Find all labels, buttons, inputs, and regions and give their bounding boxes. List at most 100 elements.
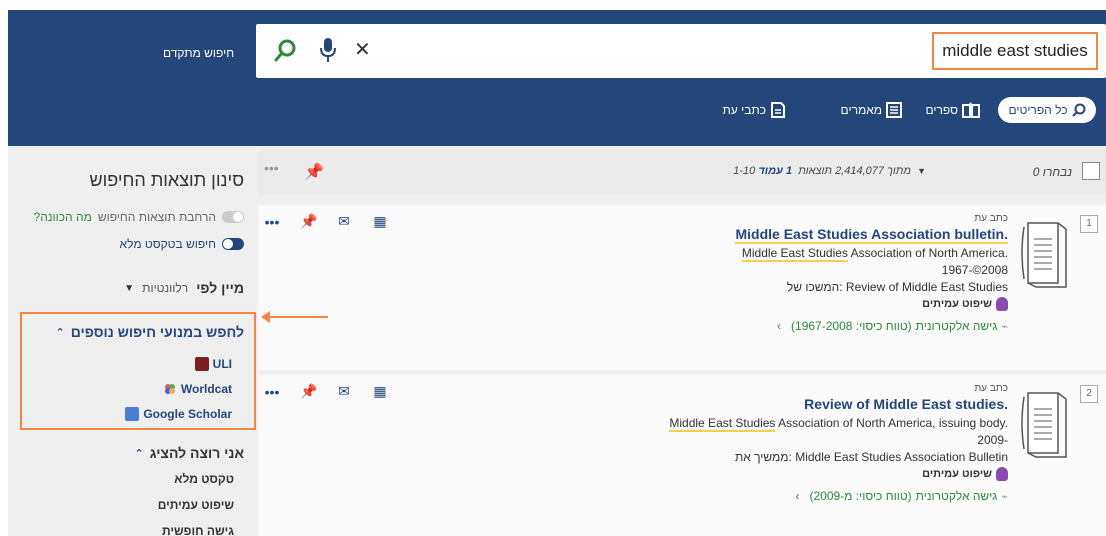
chevron-up-icon: ⌃	[55, 326, 65, 339]
result-item[interactable]: 1 כתב עת Middle East Studies Association…	[258, 205, 1106, 370]
page-label: עמוד	[758, 165, 783, 177]
tab-journals-label: כתבי עת	[722, 103, 767, 117]
qr-code-icon[interactable]: ▦	[372, 383, 388, 400]
show-open-access-option[interactable]: גישה חופשית	[162, 524, 234, 536]
email-icon[interactable]: ✉	[336, 213, 352, 230]
result-title[interactable]: Review of Middle East studies.	[528, 396, 1008, 412]
expand-help-link[interactable]: מה הכוונה?	[34, 210, 92, 224]
expand-label: הרחבת תוצאות החיפוש	[97, 210, 216, 224]
chevron-left-icon: ‹	[777, 319, 782, 333]
toggle-switch[interactable]	[222, 238, 244, 250]
peer-review-badge: שיפוט עמיתים	[528, 297, 1008, 311]
toggle-switch[interactable]	[222, 211, 244, 223]
result-type: כתב עת	[974, 383, 1008, 394]
external-heading-text: לחפש במנועי חיפוש נוספים	[70, 324, 244, 340]
tab-articles[interactable]: מאמרים	[841, 102, 902, 118]
tab-journals[interactable]: כתבי עת	[723, 102, 787, 118]
annotation-arrow-head	[261, 311, 270, 323]
google-scholar-label: Google Scholar	[143, 407, 232, 421]
more-icon[interactable]: •••	[264, 160, 279, 176]
journal-thumbnail-icon	[1021, 392, 1067, 458]
result-title-text: Middle East Studies Association bulletin…	[735, 226, 1008, 244]
worldcat-label: Worldcat	[180, 382, 232, 396]
peer-review-label: שיפוט עמיתים	[922, 298, 992, 310]
advanced-search-link[interactable]: חיפוש מתקדם	[163, 46, 234, 60]
result-author: Middle East Studies Association of North…	[528, 246, 1008, 262]
author-highlight: Middle East Studies	[669, 416, 776, 432]
online-access-link[interactable]: ‹ (טווח כיסוי: 1967-2008) גישה אלקטרונית…	[528, 319, 1008, 333]
google-scholar-icon	[125, 407, 140, 421]
chevron-down-icon: ▼	[917, 166, 926, 176]
external-search-section: לחפש במנועי חיפוש נוספים ⌃ ULI Worldcat …	[20, 312, 256, 430]
filter-title: סינון תוצאות החיפוש	[89, 170, 244, 190]
show-heading-text: אני רוצה להציג	[149, 445, 244, 461]
result-related: ממשיך את: Middle East Studies Associatio…	[734, 450, 1008, 464]
peer-review-label: שיפוט עמיתים	[922, 468, 992, 480]
email-icon[interactable]: ✉	[336, 383, 352, 400]
result-title[interactable]: Middle East Studies Association bulletin…	[528, 226, 1008, 244]
online-access-link[interactable]: ‹ (טווח כיסוי: מ-2009) גישה אלקטרונית ⌁	[528, 489, 1008, 503]
more-icon[interactable]: •••	[264, 384, 280, 400]
uli-icon	[194, 357, 209, 371]
search-icon	[1071, 103, 1086, 117]
qr-code-icon[interactable]: ▦	[372, 213, 388, 230]
sort-label: מיין לפי	[196, 280, 244, 296]
fulltext-label: חיפוש בטקסט מלא	[119, 237, 216, 251]
result-body: כתב עת Middle East Studies Association b…	[528, 213, 1008, 333]
external-link-worldcat[interactable]: Worldcat	[163, 382, 232, 396]
search-icon[interactable]	[274, 38, 298, 62]
access-label: גישה אלקטרונית	[915, 489, 998, 503]
peer-review-icon	[996, 297, 1008, 311]
tab-articles-label: מאמרים	[840, 103, 882, 117]
microphone-icon[interactable]	[318, 36, 338, 64]
external-search-heading[interactable]: לחפש במנועי חיפוש נוספים ⌃	[55, 324, 244, 340]
chevron-left-icon: ‹	[795, 489, 800, 503]
sort-value: רלוונטיות	[142, 281, 189, 295]
result-type: כתב עת	[974, 213, 1008, 224]
fulltext-toggle[interactable]: חיפוש בטקסט מלא	[120, 237, 244, 251]
access-coverage: (טווח כיסוי: 1967-2008)	[791, 319, 912, 333]
peer-review-icon	[996, 467, 1008, 481]
selected-count: 0 נבחרו	[1032, 165, 1072, 179]
external-link-google-scholar[interactable]: Google Scholar	[125, 407, 232, 421]
access-label: גישה אלקטרונית	[915, 319, 998, 333]
tab-books[interactable]: ספרים	[925, 102, 980, 118]
scope-all-label: כל הפריטים	[1008, 103, 1068, 117]
result-actions: ••• 📌 ✉ ▦	[264, 383, 388, 400]
external-link-uli[interactable]: ULI	[194, 357, 232, 371]
pin-icon[interactable]: 📌	[300, 213, 317, 230]
clear-icon[interactable]: ✕	[354, 39, 374, 61]
search-input[interactable]: middle east studies	[932, 32, 1098, 70]
show-only-heading[interactable]: אני רוצה להציג ⌃	[135, 445, 244, 461]
uli-label: ULI	[212, 357, 232, 371]
book-icon	[962, 102, 980, 118]
result-date: 1967-©2008	[941, 263, 1008, 277]
scope-all-button[interactable]: כל הפריטים	[998, 97, 1096, 123]
expand-results-toggle[interactable]: הרחבת תוצאות החיפוש מה הכוונה?	[34, 210, 244, 224]
tab-books-label: ספרים	[925, 103, 959, 117]
pin-icon[interactable]: 📌	[300, 383, 317, 400]
show-fulltext-option[interactable]: טקסט מלא	[174, 472, 234, 486]
select-all-checkbox[interactable]	[1082, 162, 1100, 180]
page-number: 1	[785, 165, 793, 177]
result-date: 2009-	[977, 433, 1008, 447]
author-rest: Association of North America, issuing bo…	[775, 416, 1008, 430]
result-actions: ••• 📌 ✉ ▦	[264, 213, 388, 230]
page-info[interactable]: 1-10 מתוך 2,414,077 תוצאות 1 עמוד ▼	[733, 165, 926, 177]
results-toolbar: 0 נבחרו 1-10 מתוך 2,414,077 תוצאות 1 עמו…	[258, 150, 1106, 195]
peer-review-badge: שיפוט עמיתים	[528, 467, 1008, 481]
worldcat-icon	[164, 384, 175, 394]
top-header: חיפוש מתקדם ✕ middle east studies כל הפר…	[8, 10, 1106, 146]
access-coverage: (טווח כיסוי: מ-2009)	[809, 489, 912, 503]
result-number: 1	[1080, 215, 1098, 233]
sort-dropdown[interactable]: מיין לפי רלוונטיות ▼	[124, 280, 244, 296]
chevron-down-icon: ▼	[124, 282, 135, 294]
journal-icon	[771, 102, 785, 118]
annotation-arrow-line	[268, 316, 328, 318]
result-related: המשכו של: Review of Middle East Studies	[786, 280, 1008, 294]
result-item[interactable]: 2 כתב עת Review of Middle East studies. …	[258, 375, 1106, 536]
link-icon: ⌁	[1001, 490, 1008, 503]
show-peer-review-option[interactable]: שיפוט עמיתים	[158, 498, 234, 512]
pin-icon[interactable]: 📌	[304, 162, 324, 182]
more-icon[interactable]: •••	[264, 214, 280, 230]
